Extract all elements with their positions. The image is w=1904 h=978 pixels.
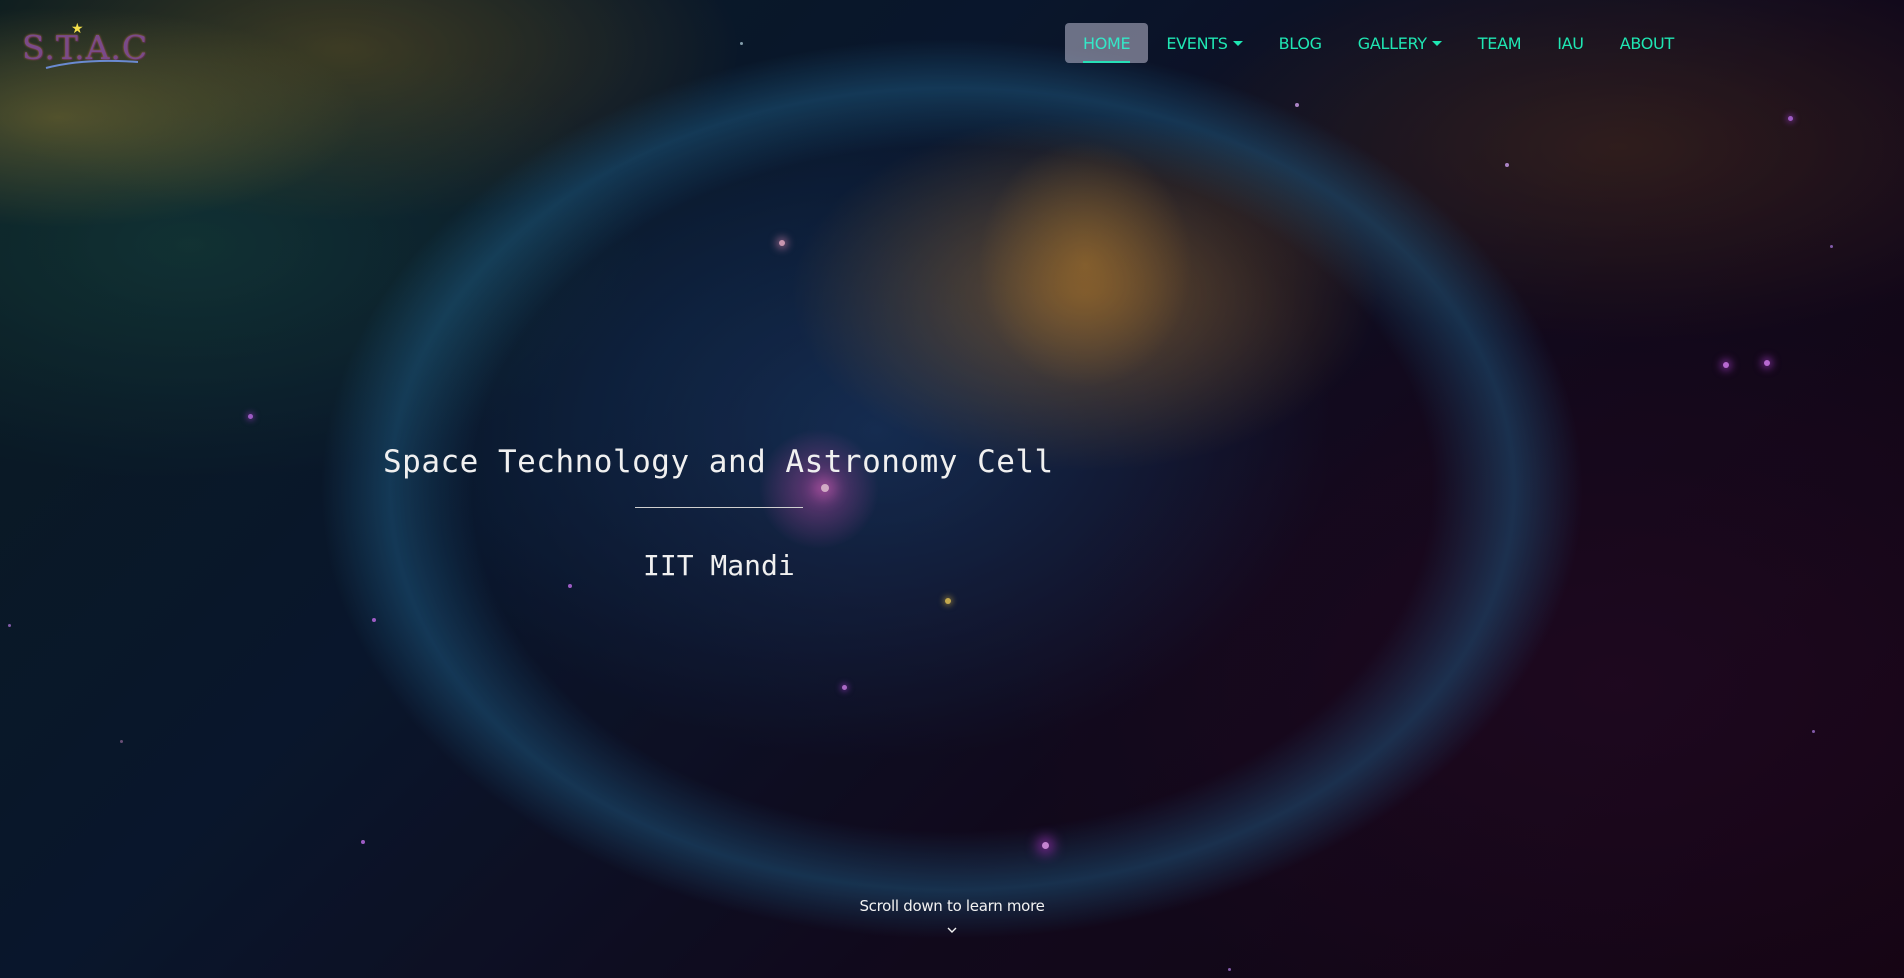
- swoosh-icon: [45, 59, 139, 69]
- nav-item-label: IAU: [1557, 33, 1584, 53]
- nav-item-label: EVENTS: [1166, 33, 1228, 53]
- hero-divider: [635, 507, 803, 508]
- nav-item-blog[interactable]: BLOG: [1261, 23, 1340, 63]
- nav-item-label: ABOUT: [1619, 33, 1675, 53]
- nav-item-label: TEAM: [1477, 33, 1522, 53]
- navbar: S.T.A.C ★ HOME EVENTS BLOG GALLERY TEAM …: [0, 0, 1904, 84]
- nav-item-home[interactable]: HOME: [1065, 23, 1149, 63]
- scroll-hint[interactable]: Scroll down to learn more: [0, 897, 1904, 915]
- caret-down-icon: [1431, 40, 1442, 46]
- logo[interactable]: S.T.A.C ★: [18, 20, 147, 72]
- background-overlay: [0, 0, 1904, 978]
- nav-item-label: HOME: [1083, 33, 1131, 53]
- nav-item-events[interactable]: EVENTS: [1148, 23, 1260, 63]
- nav-item-gallery[interactable]: GALLERY: [1340, 23, 1460, 63]
- main-nav: HOME EVENTS BLOG GALLERY TEAM IAU ABOUT: [1065, 23, 1692, 63]
- star-icon: ★: [71, 20, 84, 36]
- nav-item-about[interactable]: ABOUT: [1602, 23, 1692, 63]
- nav-item-team[interactable]: TEAM: [1460, 23, 1539, 63]
- chevron-down-icon[interactable]: [945, 925, 959, 935]
- hero-title: Space Technology and Astronomy Cell: [383, 444, 1054, 480]
- nav-item-iau[interactable]: IAU: [1539, 23, 1601, 63]
- caret-down-icon: [1232, 40, 1243, 46]
- hero-subtitle: IIT Mandi: [643, 549, 795, 582]
- nav-item-label: GALLERY: [1357, 33, 1427, 53]
- nav-item-label: BLOG: [1278, 33, 1322, 53]
